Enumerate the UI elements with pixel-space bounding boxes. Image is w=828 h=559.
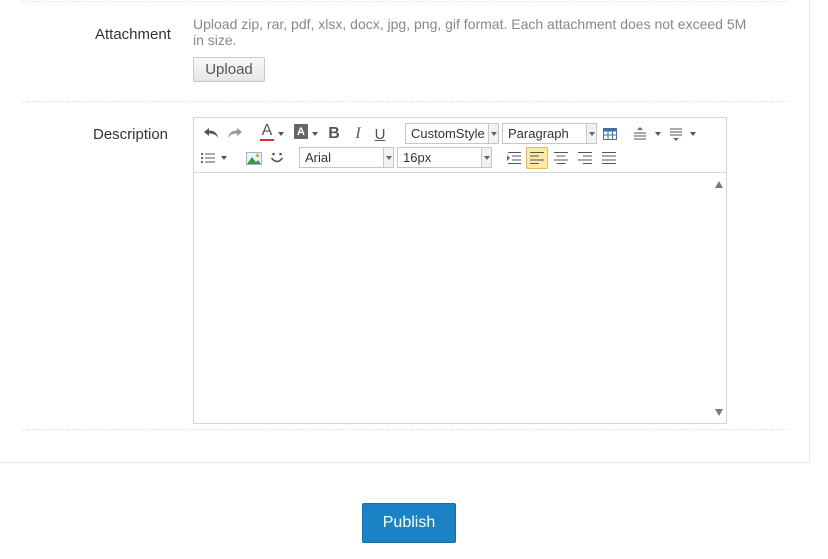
undo-button[interactable]	[202, 123, 220, 143]
insert-image-button[interactable]	[245, 148, 263, 168]
align-right-icon	[578, 152, 592, 164]
chevron-down-icon	[586, 124, 596, 143]
table-icon	[603, 128, 617, 140]
font-size-select[interactable]: 16px	[397, 147, 492, 168]
paragraph-spacing-dropdown-icon[interactable]	[690, 132, 696, 136]
divider	[22, 1, 788, 2]
background-color-dropdown-icon[interactable]	[312, 132, 318, 136]
list-icon	[201, 153, 215, 163]
indent-icon	[507, 152, 521, 164]
align-left-icon	[530, 152, 544, 164]
underline-button[interactable]: U	[372, 124, 388, 144]
scroll-down-icon[interactable]	[715, 409, 723, 416]
font-color-icon: A	[261, 121, 273, 139]
image-icon	[246, 151, 262, 165]
align-center-button[interactable]	[552, 148, 570, 168]
description-label: Description	[93, 126, 169, 143]
line-height-button[interactable]	[632, 124, 648, 144]
scroll-up-icon[interactable]	[715, 181, 723, 188]
list-button[interactable]	[200, 148, 216, 168]
editor-scrollbar[interactable]	[712, 174, 726, 423]
paragraph-spacing-button[interactable]	[668, 124, 684, 144]
align-left-button[interactable]	[526, 147, 548, 169]
align-justify-button[interactable]	[600, 148, 618, 168]
custom-style-select[interactable]: CustomStyle	[405, 123, 499, 144]
font-color-dropdown-icon[interactable]	[278, 132, 284, 136]
emoticon-button[interactable]	[268, 148, 286, 168]
divider	[22, 101, 788, 102]
list-dropdown-icon[interactable]	[221, 156, 227, 160]
attachment-label: Attachment	[95, 26, 171, 43]
bold-button[interactable]: B	[326, 124, 342, 144]
undo-icon	[204, 128, 218, 138]
redo-button[interactable]	[226, 123, 244, 143]
insert-table-button[interactable]	[602, 124, 618, 144]
attachment-hint: Upload zip, rar, pdf, xlsx, docx, jpg, p…	[193, 16, 747, 48]
editor-content-area[interactable]	[194, 174, 712, 423]
editor-toolbar: A A B I U CustomStyle Paragraph Arial 16…	[194, 118, 726, 173]
align-center-icon	[554, 152, 568, 164]
bold-icon: B	[328, 125, 340, 142]
italic-button[interactable]: I	[350, 124, 366, 144]
publish-button[interactable]: Publish	[362, 503, 456, 543]
align-justify-icon	[602, 152, 616, 164]
upload-button[interactable]: Upload	[193, 57, 265, 82]
line-height-dropdown-icon[interactable]	[655, 132, 661, 136]
paragraph-spacing-icon	[670, 128, 682, 141]
paragraph-select[interactable]: Paragraph	[502, 123, 597, 144]
chevron-down-icon	[383, 148, 393, 167]
underline-icon: U	[374, 125, 386, 143]
divider	[22, 429, 788, 430]
background-color-icon: A	[297, 125, 305, 138]
redo-icon	[228, 128, 242, 138]
chevron-down-icon	[488, 124, 498, 143]
font-family-select[interactable]: Arial	[299, 147, 394, 168]
form-panel: Attachment Upload zip, rar, pdf, xlsx, d…	[0, 0, 810, 463]
background-color-button[interactable]: A	[294, 124, 308, 139]
align-right-button[interactable]	[576, 148, 594, 168]
font-color-button[interactable]: A	[260, 122, 274, 142]
indent-button[interactable]	[505, 148, 523, 168]
line-height-icon	[634, 127, 646, 140]
smiley-icon	[270, 152, 284, 163]
rich-text-editor: A A B I U CustomStyle Paragraph Arial 16…	[193, 117, 727, 424]
italic-icon: I	[355, 125, 361, 142]
chevron-down-icon	[481, 148, 491, 167]
